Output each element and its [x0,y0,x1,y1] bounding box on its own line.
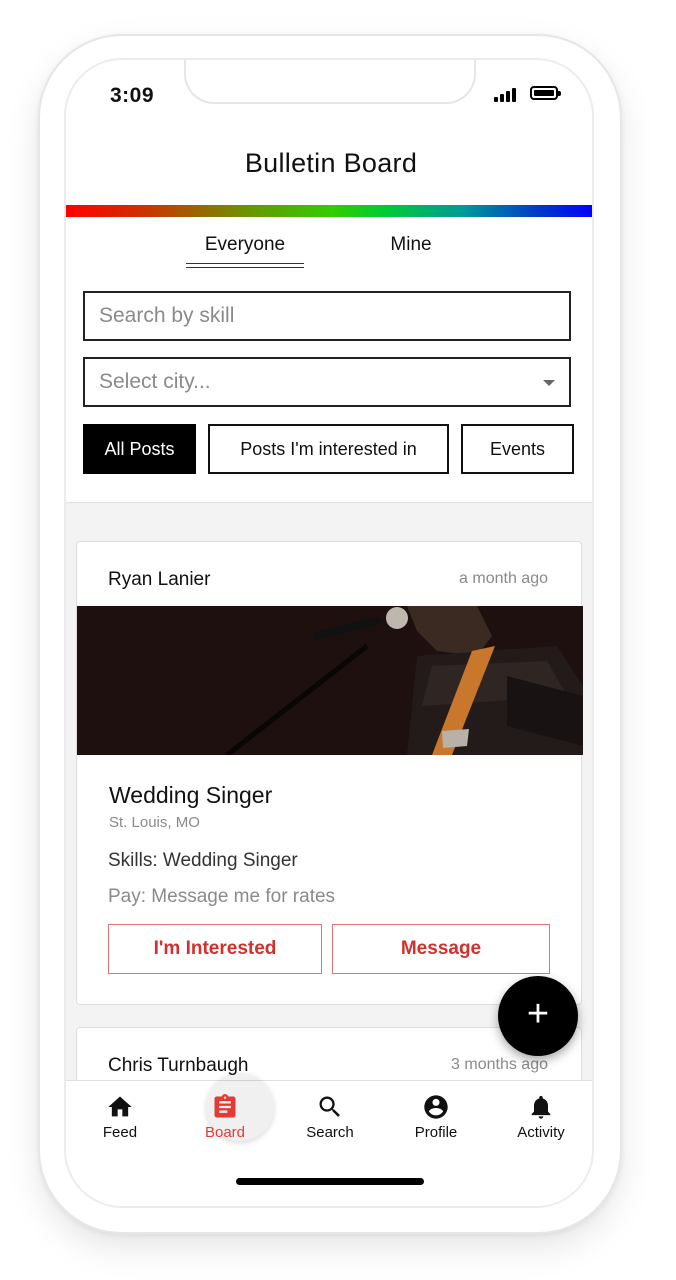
nav-label: Search [306,1124,354,1141]
city-select-placeholder: Select city... [99,370,211,393]
home-indicator[interactable] [236,1178,424,1185]
bottom-nav: Feed Board Search Profile Activity [66,1073,592,1206]
clipboard-icon [214,1094,236,1118]
tab-mine[interactable]: Mine [366,234,456,256]
app-screen: 3:09 Bulletin Board Everyone Mine Search… [64,58,594,1208]
nav-label: Board [204,1124,246,1141]
rainbow-divider [66,205,592,217]
home-icon [108,1096,132,1117]
tab-everyone[interactable]: Everyone [186,234,304,268]
battery-icon [530,86,561,100]
filter-interested-button[interactable]: Posts I'm interested in [208,424,449,474]
post-image[interactable] [77,606,583,755]
post-author[interactable]: Ryan Lanier [108,569,210,591]
nav-item-activity[interactable]: Activity [491,1093,591,1141]
caret-down-icon [543,380,555,386]
nav-item-board[interactable]: Board [175,1093,275,1141]
post-author[interactable]: Chris Turnbaugh [108,1055,248,1077]
city-select[interactable]: Select city... [83,357,571,407]
signal-icon [494,86,520,102]
message-button[interactable]: Message [332,924,550,974]
post-title: Wedding Singer [109,782,273,808]
page-title: Bulletin Board [244,148,418,178]
post-card[interactable]: Ryan Lanier a month ago Wedding Singer S [76,541,583,1005]
nav-label: Activity [517,1124,565,1141]
nav-item-profile[interactable]: Profile [386,1093,486,1141]
post-location: St. Louis, MO [109,814,200,831]
account-circle-icon [424,1095,448,1119]
search-input[interactable]: Search by skill [83,291,571,341]
nav-item-search[interactable]: Search [280,1093,380,1141]
nav-label: Profile [414,1124,458,1141]
filter-all-posts-button[interactable]: All Posts [83,424,196,474]
add-post-button[interactable]: + [498,976,578,1056]
bell-icon [531,1095,551,1119]
post-time: a month ago [459,570,548,587]
status-time: 3:09 [110,84,155,107]
singer-photo [77,606,583,755]
search-icon [319,1096,340,1117]
nav-item-feed[interactable]: Feed [70,1093,170,1141]
nav-label: Feed [102,1124,138,1141]
filter-events-button[interactable]: Events [461,424,574,474]
im-interested-button[interactable]: I'm Interested [108,924,322,974]
post-pay: Pay: Message me for rates [108,886,336,907]
post-time: 3 months ago [451,1056,548,1073]
notch [184,60,476,104]
post-skills: Skills: Wedding Singer [108,850,298,871]
